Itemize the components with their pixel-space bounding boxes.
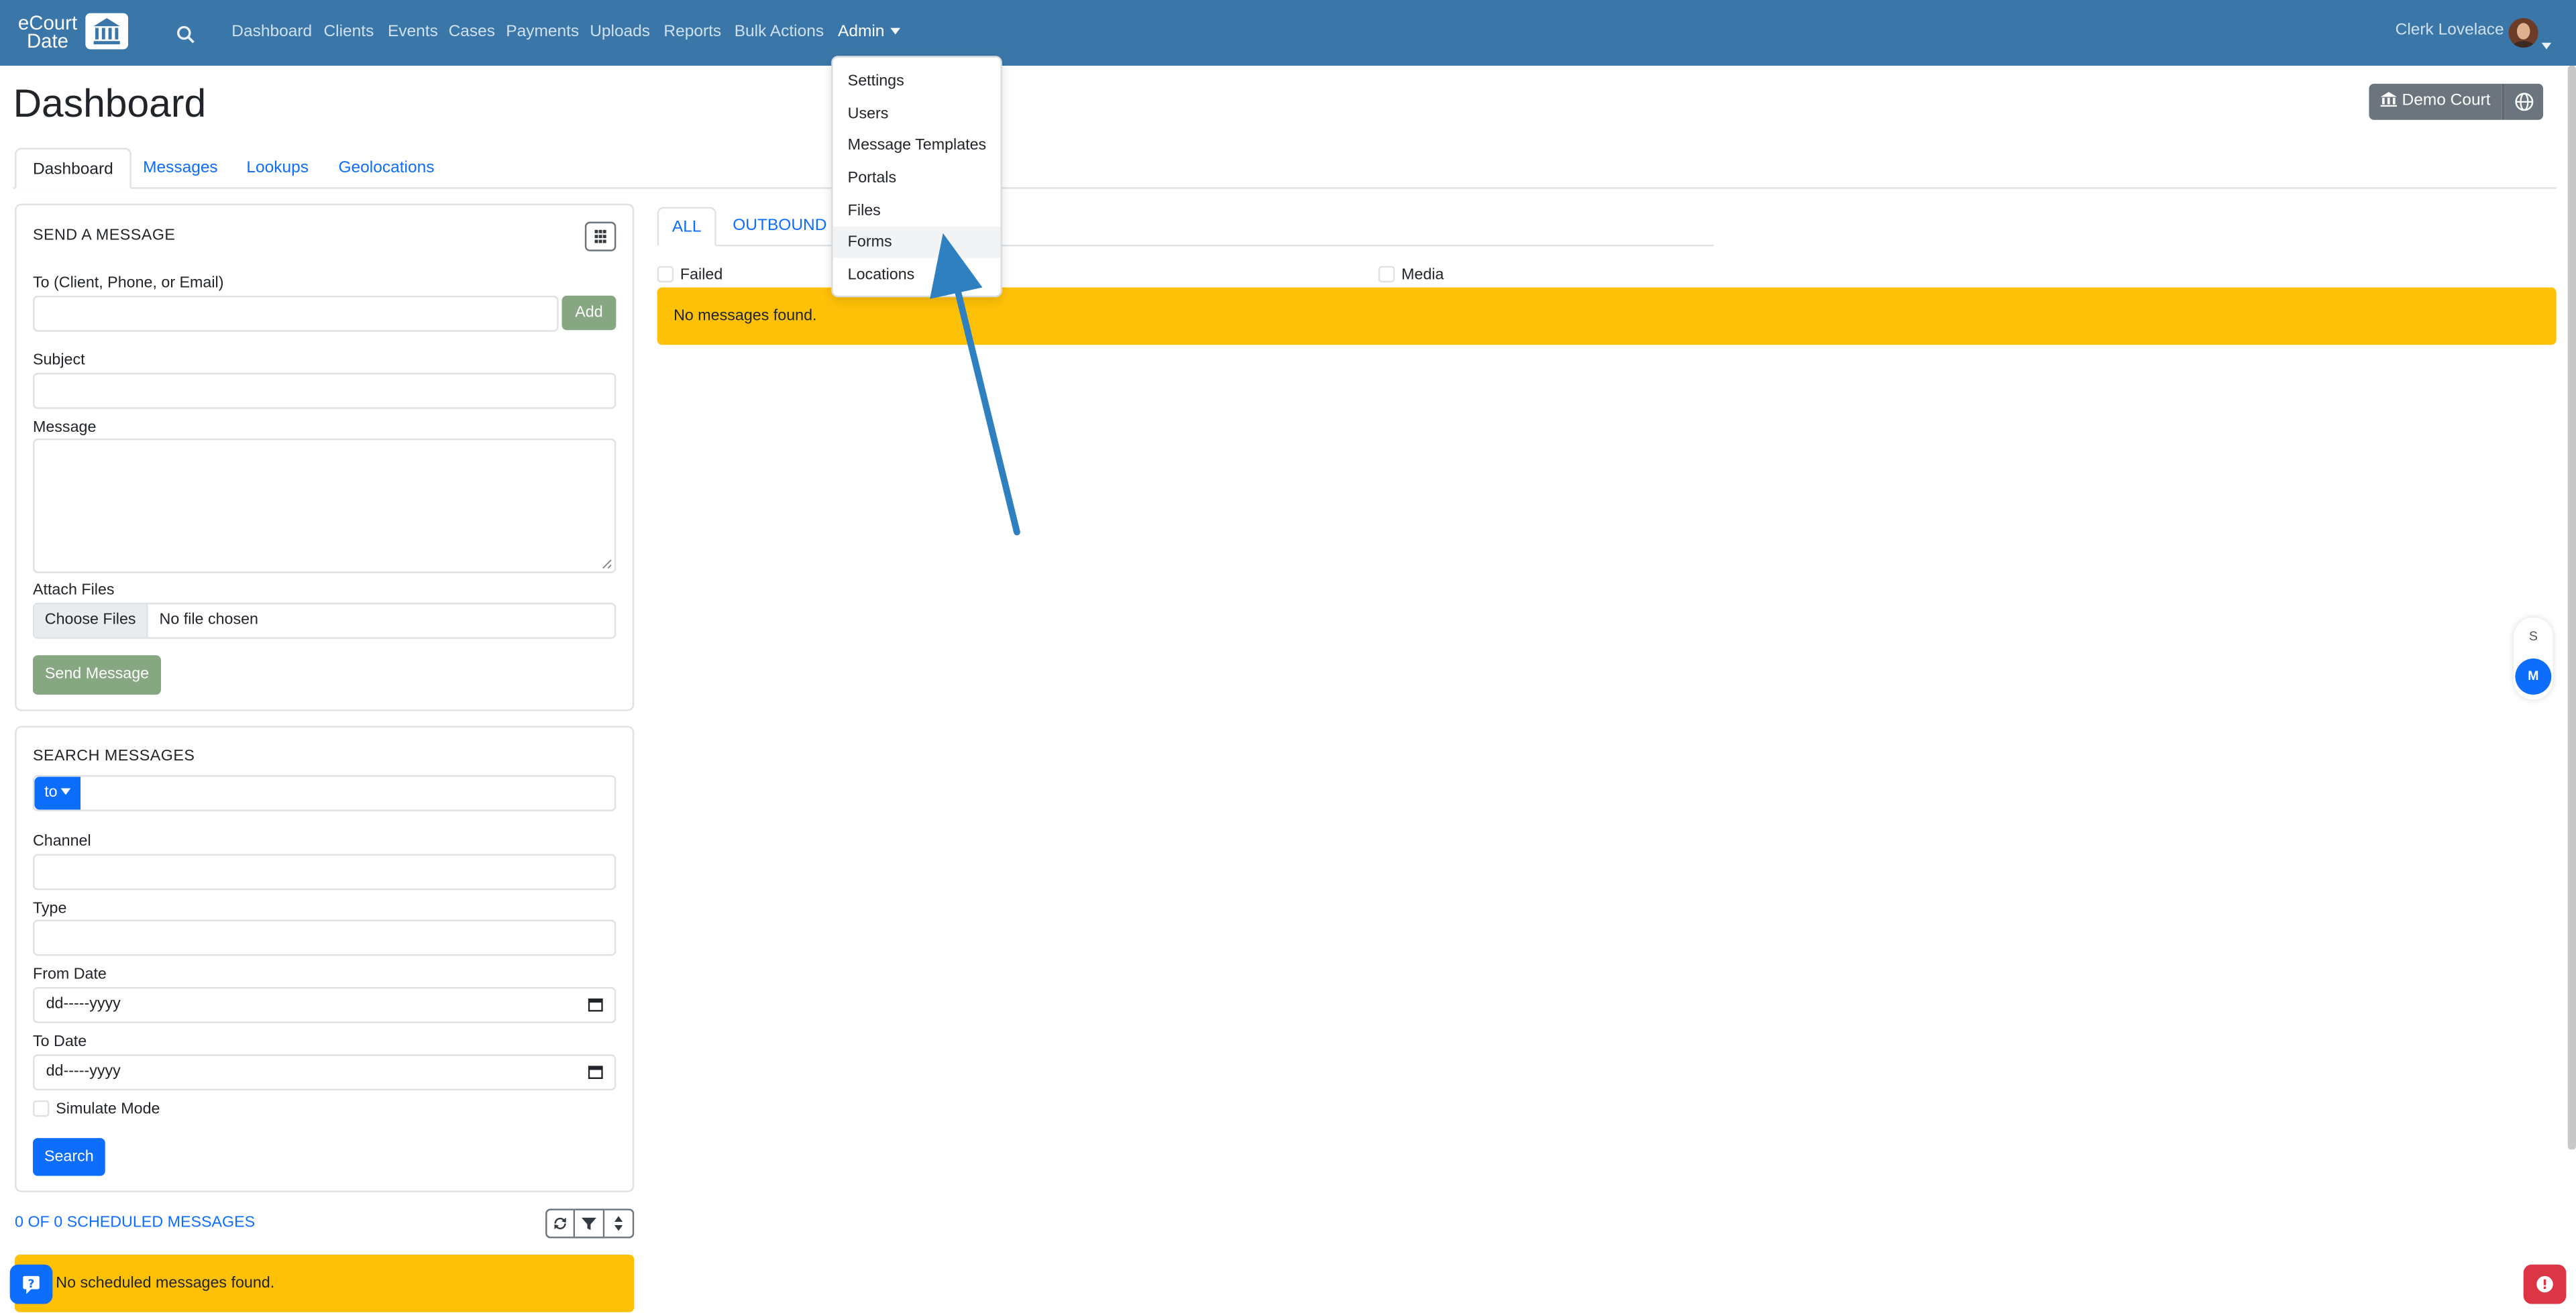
file-input[interactable]: Choose Files No file chosen <box>32 602 616 639</box>
brand-logo-text[interactable]: eCourt Date <box>13 13 83 53</box>
svg-text:?: ? <box>28 1277 35 1291</box>
refresh-icon <box>554 1217 566 1230</box>
menu-item-message-templates[interactable]: Message Templates <box>833 129 1001 161</box>
error-report-button[interactable] <box>2523 1264 2567 1304</box>
globe-icon <box>2515 93 2534 111</box>
sort-button[interactable] <box>604 1208 635 1239</box>
court-selector-button[interactable]: Demo Court <box>2369 83 2502 120</box>
message-label: Message <box>32 418 97 437</box>
nav-bulk-actions[interactable]: Bulk Actions <box>735 23 824 41</box>
menu-item-users[interactable]: Users <box>833 99 1001 130</box>
nav-uploads[interactable]: Uploads <box>590 23 650 41</box>
tab-messages[interactable]: Messages <box>127 148 235 188</box>
filter-button[interactable] <box>575 1208 605 1239</box>
filter-icon <box>581 1217 596 1231</box>
help-icon: ? <box>23 1275 40 1294</box>
message-textarea[interactable] <box>32 438 616 573</box>
channel-select[interactable] <box>32 854 616 891</box>
attach-files-label: Attach Files <box>32 581 115 600</box>
send-message-button[interactable]: Send Message <box>32 655 162 695</box>
from-date-input[interactable]: dd-----yyyy <box>32 986 616 1023</box>
to-date-label: To Date <box>32 1033 87 1051</box>
court-button-label: Demo Court <box>2402 92 2491 111</box>
chevron-down-icon <box>60 789 71 796</box>
nav-cases[interactable]: Cases <box>449 23 495 41</box>
menu-item-settings[interactable]: Settings <box>833 66 1001 97</box>
courthouse-icon <box>2380 92 2398 107</box>
side-bubble-m[interactable]: M <box>2515 659 2552 695</box>
subject-label: Subject <box>32 351 85 370</box>
channel-label: Channel <box>32 832 91 851</box>
type-select[interactable] <box>32 919 616 956</box>
courthouse-logo-icon[interactable] <box>85 13 129 50</box>
search-field-select[interactable]: to <box>34 777 81 810</box>
annotation-arrow-icon <box>930 233 1020 536</box>
add-recipient-button[interactable]: Add <box>561 295 616 331</box>
grid-icon <box>594 229 606 243</box>
nav-admin-toggle[interactable]: Admin <box>838 23 901 41</box>
to-label: To (Client, Phone, or Email) <box>32 274 224 292</box>
chevron-down-icon <box>891 28 901 36</box>
no-file-chosen-text: No file chosen <box>159 611 258 629</box>
nav-payments[interactable]: Payments <box>506 23 579 41</box>
recipient-input[interactable] <box>32 295 559 332</box>
nav-events[interactable]: Events <box>388 23 438 41</box>
from-date-value: dd-----yyyy <box>46 995 121 1014</box>
simulate-mode-checkbox[interactable] <box>32 1100 50 1117</box>
top-navbar <box>0 0 2576 66</box>
failed-checkbox[interactable] <box>657 266 674 283</box>
media-label: Media <box>1401 266 1444 284</box>
menu-item-files[interactable]: Files <box>833 195 1001 227</box>
nav-clients[interactable]: Clients <box>323 23 374 41</box>
brand-line-2: Date <box>26 30 69 53</box>
no-scheduled-messages-alert: No scheduled messages found. <box>15 1255 635 1312</box>
grid-keypad-button[interactable] <box>584 221 616 251</box>
scheduled-messages-title[interactable]: 0 OF 0 SCHEDULED MESSAGES <box>15 1214 255 1232</box>
tab-geolocations[interactable]: Geolocations <box>322 148 451 188</box>
media-checkbox[interactable] <box>1378 266 1395 283</box>
search-button[interactable]: Search <box>32 1138 105 1176</box>
to-date-value: dd-----yyyy <box>46 1062 121 1081</box>
nav-admin-label: Admin <box>837 23 885 42</box>
language-button[interactable] <box>2502 83 2544 120</box>
resize-handle-icon[interactable] <box>601 559 612 570</box>
menu-item-portals[interactable]: Portals <box>833 162 1001 194</box>
tab-lookups[interactable]: Lookups <box>230 148 325 188</box>
sort-icon <box>614 1216 623 1231</box>
simulate-mode-label: Simulate Mode <box>56 1100 160 1119</box>
refresh-button[interactable] <box>545 1208 576 1239</box>
tab-outbound[interactable]: OUTBOUND <box>733 217 826 235</box>
search-messages-title: SEARCH MESSAGES <box>32 747 195 766</box>
nav-dashboard[interactable]: Dashboard <box>231 23 312 41</box>
failed-label: Failed <box>680 266 723 284</box>
tab-dashboard[interactable]: Dashboard <box>15 148 131 189</box>
alert-icon <box>2536 1275 2553 1293</box>
search-icon[interactable] <box>176 23 195 44</box>
send-message-title: SEND A MESSAGE <box>32 226 176 245</box>
to-date-input[interactable]: dd-----yyyy <box>32 1054 616 1091</box>
nav-reports[interactable]: Reports <box>663 23 721 41</box>
page-title: Dashboard <box>13 82 207 127</box>
calendar-icon[interactable] <box>588 1064 603 1079</box>
avatar[interactable] <box>2508 17 2538 48</box>
choose-files-button[interactable]: Choose Files <box>34 604 148 638</box>
calendar-icon[interactable] <box>588 997 603 1012</box>
search-query-input[interactable]: to <box>32 775 616 811</box>
page-scrollbar[interactable] <box>2567 65 2576 1150</box>
from-date-label: From Date <box>32 966 107 984</box>
tab-all[interactable]: ALL <box>657 207 716 247</box>
user-menu-caret-icon[interactable] <box>2541 30 2552 50</box>
side-bubble-s[interactable]: S <box>2524 628 2543 647</box>
search-field-select-label: to <box>44 783 58 802</box>
help-chat-button[interactable]: ? <box>9 1264 53 1304</box>
subject-input[interactable] <box>32 372 616 409</box>
user-name[interactable]: Clerk Lovelace <box>2396 21 2504 40</box>
type-label: Type <box>32 900 67 918</box>
